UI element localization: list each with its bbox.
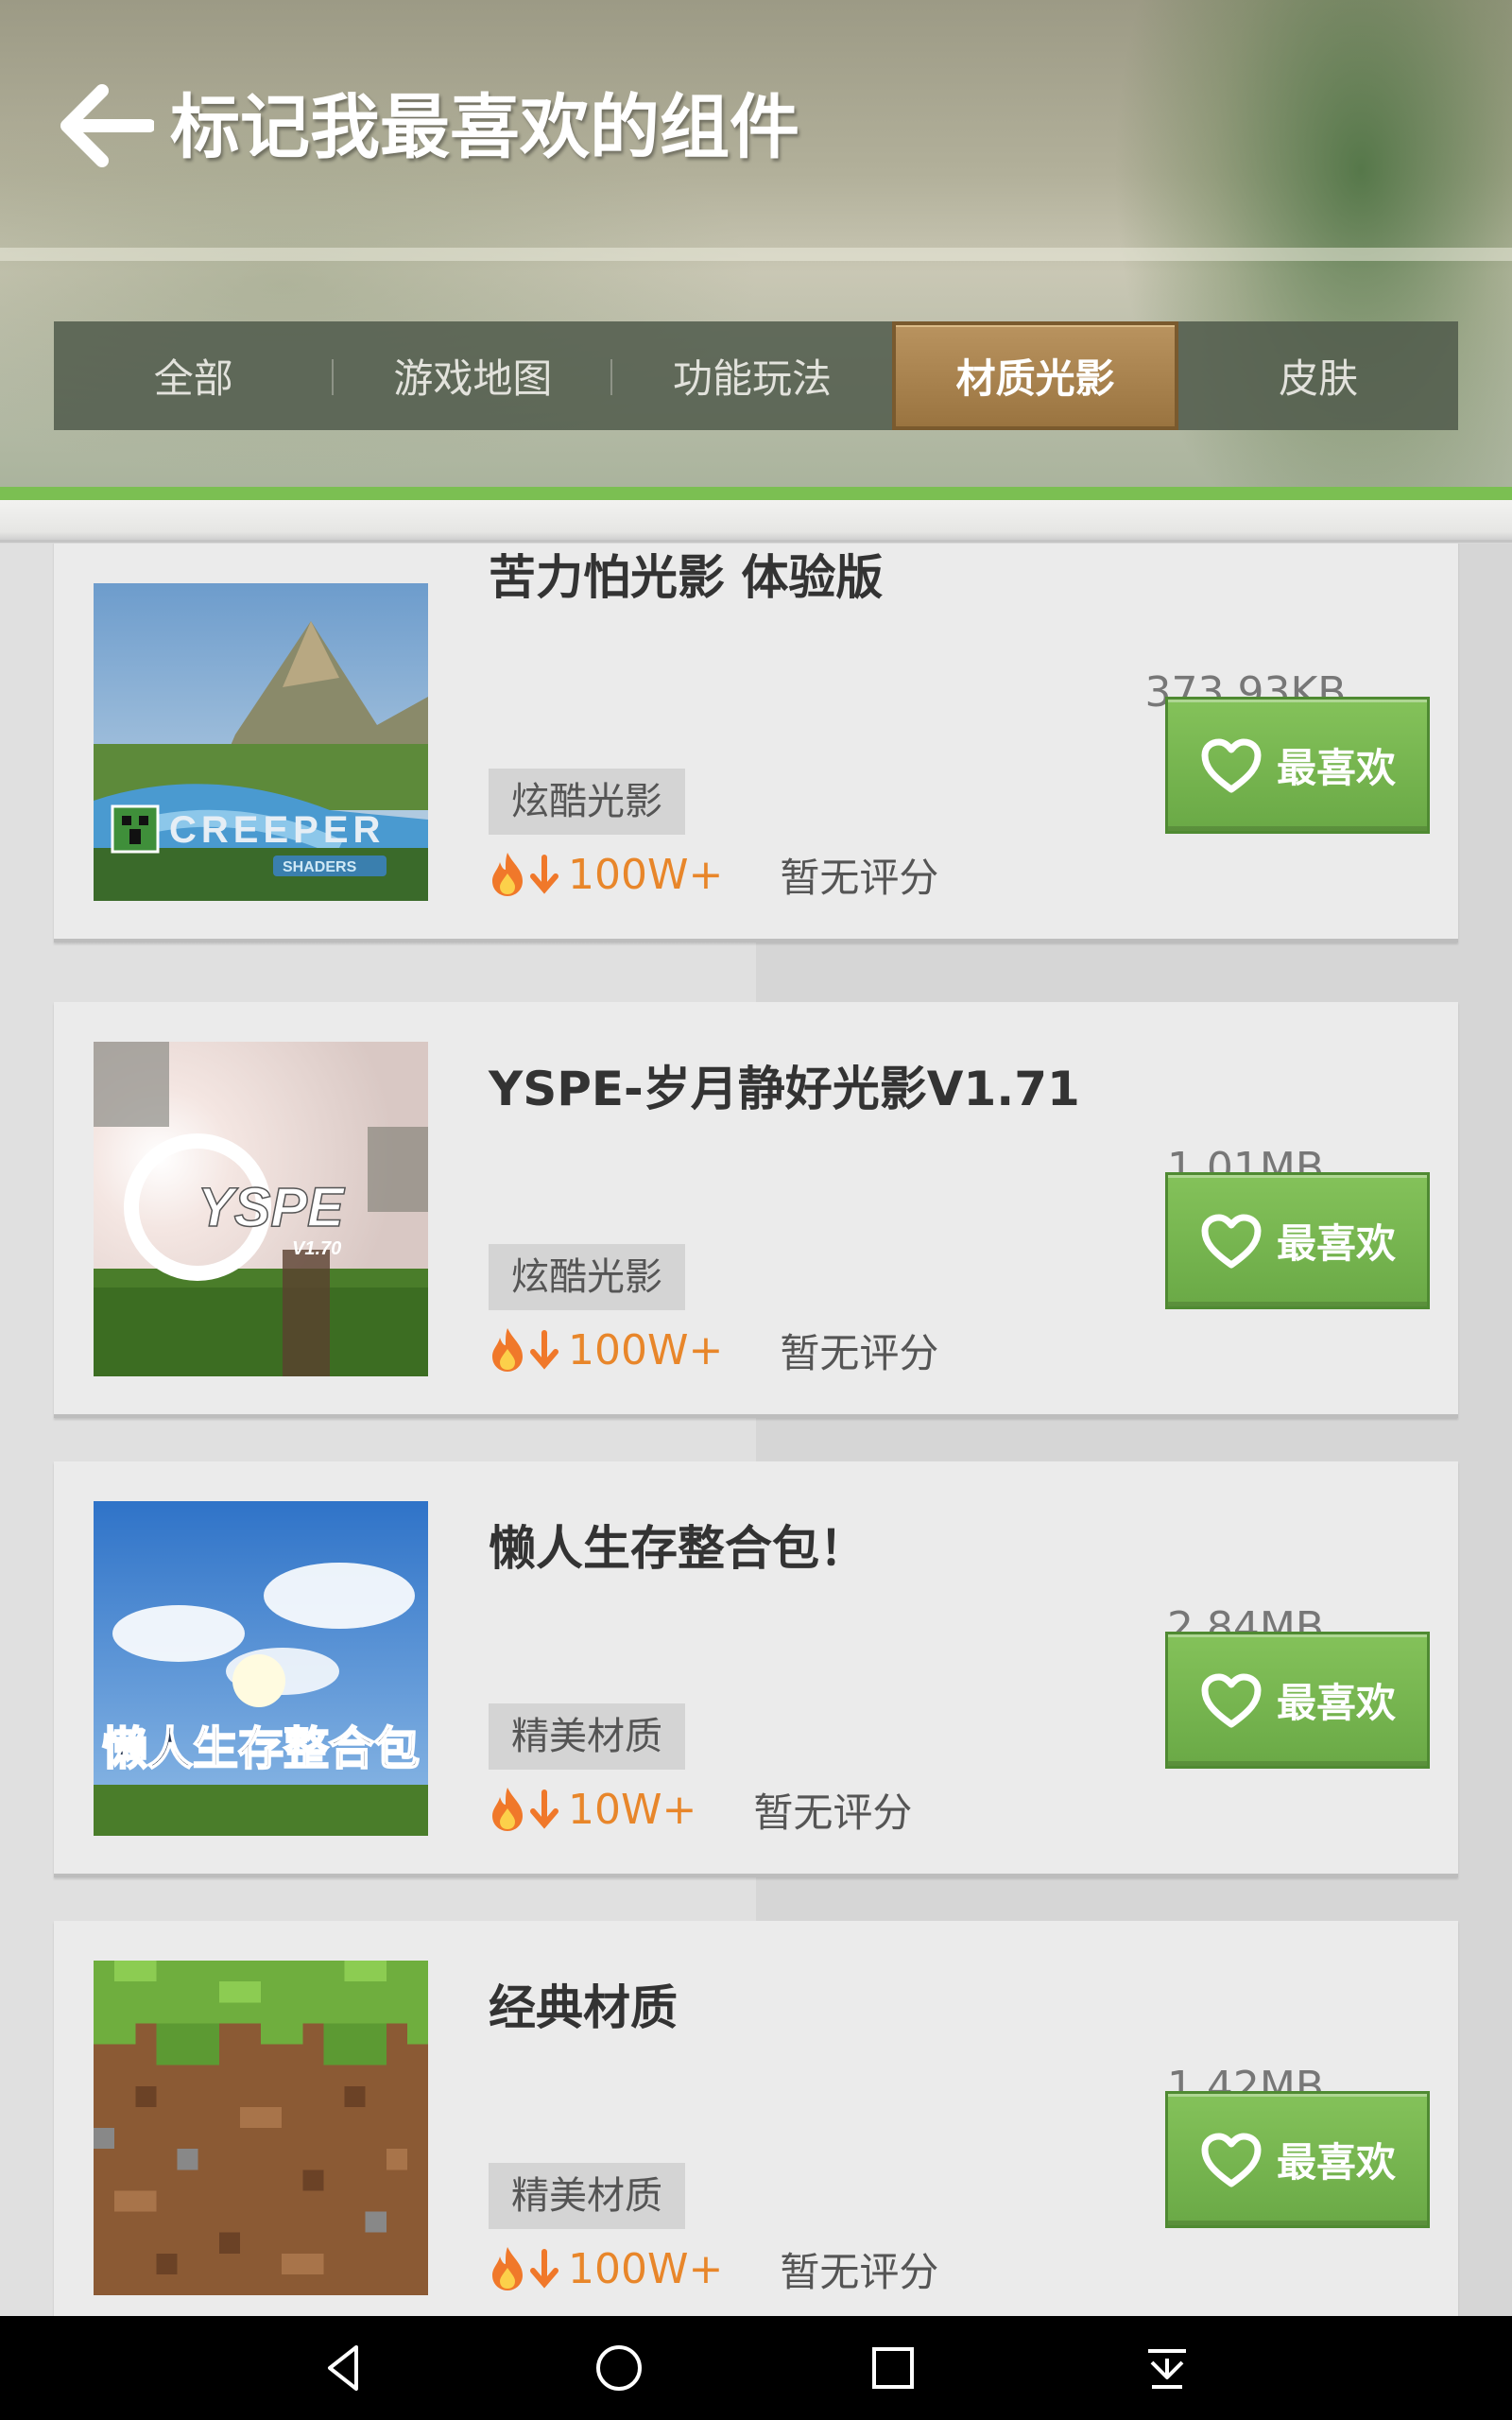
nav-recents-button[interactable] [855,2335,931,2401]
page-title: 标记我最喜欢的组件 [170,87,799,168]
tab-label: 材质光影 [955,355,1115,402]
fire-icon [492,2247,523,2290]
fire-icon [492,1328,523,1372]
item-tag: 精美材质 [489,1703,685,1770]
grass-block-thumbnail [94,1961,428,2295]
favorite-label: 最喜欢 [1276,745,1396,791]
accent-divider [0,487,1512,500]
item-title: YSPE-岁月静好光影V1.71 [489,1062,1080,1116]
heart-icon [1201,738,1262,792]
list-item[interactable]: CREEPER SHADERS 苦力怕光影 体验版 373.93KB 炫酷光影 … [54,544,1458,942]
nav-menu-icon [1148,2349,1186,2389]
category-tabs: 全部 游戏地图 功能玩法 材质光影 皮肤 [54,321,1458,430]
tab-label: 游戏地图 [393,355,553,402]
thumb-subtext: V1.70 [292,1238,341,1259]
item-tag: 炫酷光影 [489,1244,685,1310]
header-band [0,248,1512,261]
nav-recents-icon [872,2347,914,2389]
rating-text: 暂无评分 [780,1329,939,1376]
tab-label: 皮肤 [1279,355,1359,402]
nav-back-icon [328,2345,358,2391]
tab-textures-shaders[interactable]: 材质光影 [891,321,1179,430]
nav-home-icon [596,2345,642,2391]
heart-icon [1201,2133,1262,2187]
tab-gameplay[interactable]: 功能玩法 [612,321,892,430]
header: 标记我最喜欢的组件 全部 游戏地图 功能玩法 材质光影 皮肤 [0,0,1512,496]
thumb-subtext: SHADERS [283,859,357,875]
favorite-button[interactable]: 最喜欢 [1165,1632,1430,1769]
download-arrow-icon [530,1330,558,1370]
download-arrow-icon [530,855,558,894]
item-stats: 100W+ 暂无评分 [489,1322,938,1378]
download-arrow-icon [530,2249,558,2289]
thumb-text: YSPE [198,1177,346,1238]
list-item[interactable]: 懒人生存整合包 懒人生存整合包！ 2.84MB 精美材质 10W+ 暂无评分 最… [54,1461,1458,1877]
item-tag: 炫酷光影 [489,769,685,835]
item-stats: 100W+ 暂无评分 [489,846,938,903]
tab-game-maps[interactable]: 游戏地图 [334,321,613,430]
nav-home-button[interactable] [581,2335,657,2401]
back-button[interactable] [57,80,156,170]
component-list[interactable]: CREEPER SHADERS 苦力怕光影 体验版 373.93KB 炫酷光影 … [0,544,1512,2316]
system-navigation-bar [0,2316,1512,2420]
rating-text: 暂无评分 [753,1789,913,1836]
list-item[interactable]: YSPE V1.70 YSPE-岁月静好光影V1.71 1.01MB 炫酷光影 … [54,1002,1458,1418]
item-title: 经典材质 [489,1980,678,2035]
favorite-button[interactable]: 最喜欢 [1165,1172,1430,1309]
nav-back-button[interactable] [307,2335,383,2401]
item-thumbnail: CREEPER SHADERS [94,583,428,901]
rating-text: 暂无评分 [780,854,939,901]
tab-label: 功能玩法 [672,355,832,402]
thumb-text: 懒人生存整合包 [102,1722,420,1775]
item-stats: 100W+ 暂无评分 [489,2240,938,2297]
rating-text: 暂无评分 [780,2248,939,2295]
item-title: 苦力怕光影 体验版 [489,550,884,605]
favorite-label: 最喜欢 [1276,1680,1396,1726]
item-tag: 精美材质 [489,2163,685,2229]
favorite-button[interactable]: 最喜欢 [1165,697,1430,834]
favorite-label: 最喜欢 [1276,2139,1396,2186]
download-count: 100W+ [568,2244,724,2293]
yspe-shader-thumbnail: YSPE V1.70 [94,1042,428,1376]
heart-icon [1201,1673,1262,1727]
item-thumbnail: 懒人生存整合包 [94,1501,428,1836]
tab-skins[interactable]: 皮肤 [1178,321,1458,430]
heart-icon [1201,1214,1262,1268]
creeper-shader-thumbnail: CREEPER SHADERS [94,583,428,901]
list-item[interactable]: 经典材质 1.42MB 精美材质 100W+ 暂无评分 最喜欢 [54,1921,1458,2316]
item-stats: 10W+ 暂无评分 [489,1781,912,1838]
back-arrow-icon [60,83,154,167]
download-count: 10W+ [568,1785,697,1834]
item-thumbnail [94,1961,428,2295]
tab-all[interactable]: 全部 [54,321,334,430]
list-top-bar [0,500,1512,543]
download-count: 100W+ [568,1325,724,1374]
favorite-label: 最喜欢 [1276,1220,1396,1267]
download-arrow-icon [530,1789,558,1829]
item-title: 懒人生存整合包！ [489,1521,867,1576]
survival-pack-thumbnail: 懒人生存整合包 [94,1501,428,1836]
tab-label: 全部 [153,355,233,402]
fire-icon [492,1788,523,1831]
item-thumbnail: YSPE V1.70 [94,1042,428,1376]
nav-menu-button[interactable] [1129,2335,1205,2401]
download-count: 100W+ [568,850,724,899]
favorite-button[interactable]: 最喜欢 [1165,2091,1430,2228]
fire-icon [492,853,523,896]
thumb-text: CREEPER [169,809,385,851]
